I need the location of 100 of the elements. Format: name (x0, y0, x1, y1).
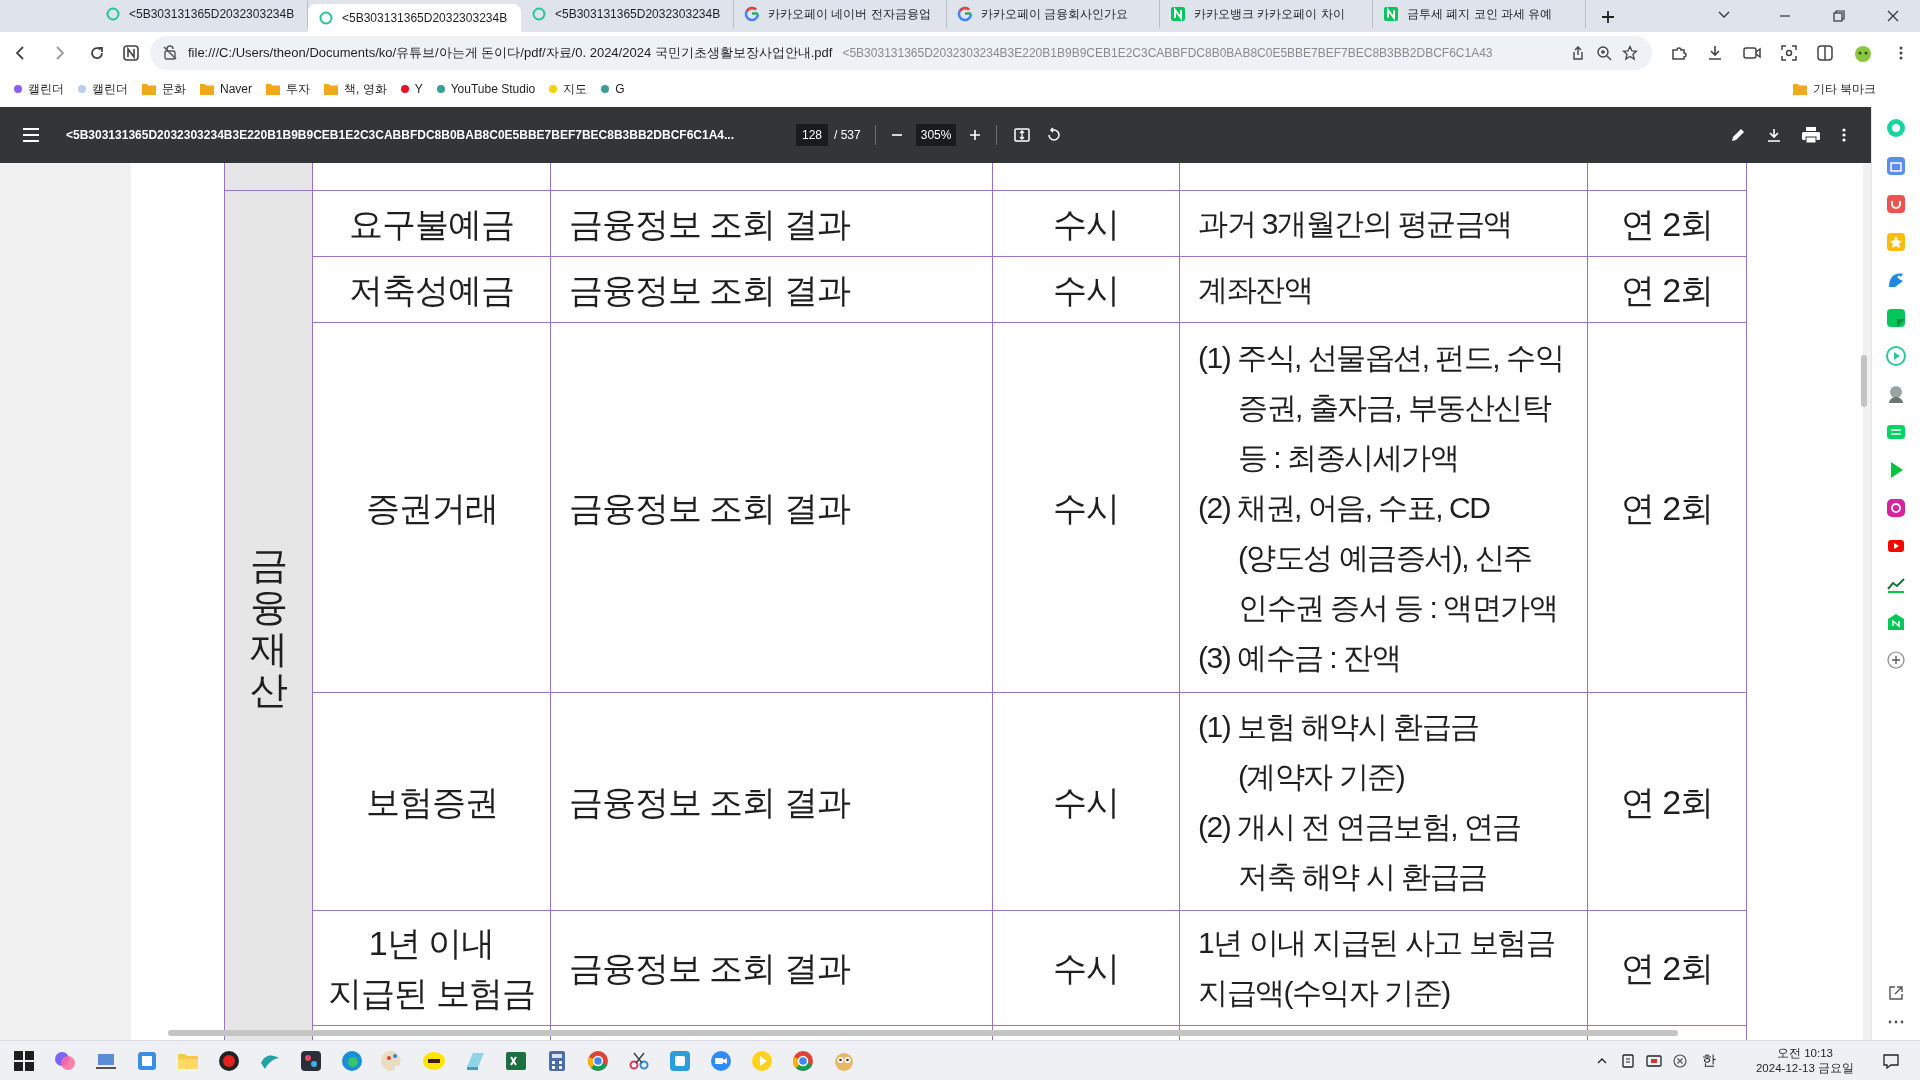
share-icon[interactable] (1570, 45, 1586, 61)
record-icon[interactable] (217, 1048, 241, 1073)
notification-icon[interactable] (1882, 1051, 1900, 1070)
criteria-text: (2) 채권, 어음, 수표, CD (양도성 예금증서), 신주 인수권 증서 등 : 액면가액 (1198, 489, 1559, 626)
timing-text: 수시 (1053, 487, 1119, 529)
input-method-indicator[interactable]: 한 (1701, 1050, 1716, 1071)
browser-tab[interactable]: 카카오뱅크 카카오페이 차이 (1160, 0, 1373, 28)
windows-icon[interactable] (12, 1048, 36, 1073)
timing-text: 수시 (1053, 781, 1119, 823)
criteria-text: (1) 주식, 선물옵션, 펀드, 수익 증권, 출자금, 부동산신탁 등 : 최종시세가액 (1198, 339, 1564, 476)
site-info-icon[interactable] (162, 45, 178, 61)
bookmark[interactable]: 지도 (549, 80, 588, 98)
bookmark[interactable]: 캘린더 (78, 80, 128, 98)
browser-tab[interactable]: <5B303131365D2032303234B (308, 4, 521, 32)
bookmark[interactable]: 캘린더 (14, 80, 64, 98)
item-name: 1년 이내 지급된 보험금 (328, 923, 535, 1014)
browser-tab[interactable]: 카카오페이 네이버 전자금융업 (734, 0, 947, 28)
item-name: 요구불예금 (349, 203, 514, 245)
folder-icon (1792, 83, 1807, 95)
puzzle-icon[interactable] (1670, 44, 1688, 62)
url-text: file:///C:/Users/theon/Documents/ko/유튜브/아는게 돈이다/pdf/자료/0. 2024/2024 국민기초생활보장사업안내.pdf (188, 44, 833, 63)
bookmark[interactable]: 투자 (266, 80, 310, 98)
page-total-text: / 537 (834, 127, 861, 144)
timing-text: 수시 (1053, 948, 1119, 989)
circle-browser-icon[interactable] (791, 1048, 815, 1073)
note-icon[interactable] (1885, 307, 1907, 329)
naver-icon (1383, 6, 1399, 22)
zoom-icon[interactable] (1596, 45, 1612, 61)
circle-icon (105, 6, 121, 22)
google-icon (744, 6, 760, 22)
item-name: 보험증권 (365, 781, 498, 823)
browser-icon[interactable] (340, 1048, 364, 1073)
item-name: 증권거래 (365, 487, 498, 529)
folder-icon (324, 83, 338, 95)
folder-icon (266, 83, 280, 95)
clock-time[interactable]: 오전 10:13 (1777, 1045, 1833, 1061)
reload-icon[interactable] (88, 44, 106, 62)
google-icon (957, 6, 973, 22)
zoom-level-field[interactable]: 305% (915, 124, 957, 146)
briefcase-icon[interactable] (1885, 155, 1907, 177)
external-link-icon[interactable] (1887, 984, 1905, 1002)
close-icon[interactable] (1885, 8, 1901, 24)
print-icon[interactable] (1801, 126, 1821, 144)
bookmark[interactable]: YouTube Studio (436, 80, 536, 98)
frequency-text: 연 2회 (1620, 487, 1714, 529)
new-tab-icon[interactable] (1600, 9, 1616, 25)
criteria-text: 1년 이내 지급된 사고 보험금 지급액(수익자 기준) (1198, 925, 1556, 1011)
browser-tab[interactable]: 카카오페이 금융회사인가요 (947, 0, 1160, 28)
criteria-text: (1) 보험 해약시 환급금 (계약자 기준) (1198, 708, 1480, 795)
download-icon[interactable] (1765, 126, 1783, 144)
tray-icon[interactable] (1645, 1052, 1662, 1069)
bookmark-folder[interactable]: 기타 북마크 (1792, 80, 1876, 98)
criteria-text: 과거 3개월간의 평균금액 (1198, 205, 1513, 242)
naver-icon (1170, 6, 1186, 22)
zoom-in-icon[interactable] (968, 128, 983, 142)
page-number-field[interactable]: 128 (796, 124, 829, 146)
criteria-text: (3) 예수금 : 잔액 (1198, 639, 1401, 676)
source-text: 금융정보 조회 결과 (569, 269, 850, 311)
criteria-text: (2) 개시 전 연금보험, 연금 저축 해약 시 환급금 (1198, 808, 1522, 895)
tray-icon[interactable] (1619, 1052, 1636, 1069)
source-text: 금융정보 조회 결과 (569, 487, 850, 529)
folder-icon (142, 83, 156, 95)
pen-icon[interactable] (1729, 126, 1747, 144)
bookmark[interactable]: 문화 (142, 80, 186, 98)
browser-tab[interactable]: <5B303131365D2032303234B (521, 0, 734, 28)
screenshot-icon[interactable] (1780, 44, 1798, 62)
bookmark[interactable]: G (601, 80, 625, 98)
restore-icon[interactable] (1831, 8, 1847, 24)
star-icon[interactable] (1622, 45, 1638, 61)
video-camera-icon[interactable] (1742, 44, 1762, 62)
fit-page-icon[interactable] (1013, 126, 1032, 144)
vertical-scroll-thumb[interactable] (1861, 355, 1867, 407)
item-name: 저축성예금 (349, 269, 514, 311)
document-title: <5B303131365D2032303234B3E220B1B9B9CEB1E2C3CABBFDC8B0BAB8C0E5BBE7BEF7BEC8B3BB2DBCF6C1A4... (66, 127, 735, 144)
bookmark[interactable]: Y (400, 80, 423, 98)
pocket-icon[interactable] (1885, 193, 1907, 215)
camera-icon[interactable] (1885, 497, 1907, 519)
split-view-icon[interactable] (1816, 44, 1834, 62)
clock-date[interactable]: 2024-12-13 금요일 (1755, 1060, 1854, 1076)
browser-tab[interactable]: 금투세 폐지 코인 과세 유예 (1373, 0, 1586, 28)
bookmark[interactable]: 책, 영화 (324, 80, 387, 98)
source-text: 금융정보 조회 결과 (569, 203, 850, 245)
close-circle-icon[interactable] (1671, 1052, 1688, 1069)
timing-text: 수시 (1053, 203, 1119, 245)
circle-icon (318, 10, 334, 26)
n-square-icon[interactable] (122, 44, 140, 62)
bookmark[interactable]: Naver (200, 80, 252, 98)
menu-icon[interactable] (22, 128, 40, 142)
add-icon[interactable] (1885, 649, 1907, 671)
more-icon[interactable] (1887, 1018, 1905, 1026)
criteria-text: 계좌잔액 (1198, 271, 1313, 308)
horizontal-scroll-thumb[interactable] (168, 1030, 1678, 1036)
frequency-text: 연 2회 (1620, 269, 1714, 311)
section-label: 금융재산 (249, 544, 288, 713)
download-icon[interactable] (1706, 44, 1724, 62)
dots-icon[interactable] (299, 1048, 323, 1073)
frequency-text: 연 2회 (1620, 203, 1714, 245)
address-bar[interactable]: file:///C:/Users/theon/Documents/ko/유튜브/아는게 돈이다/pdf/자료/0. 2024/2024 국민기초생활보장사업안내.pdf <5B303131365D2032303234B3E220B1B9B9CEB1E2C3CABBFDC8B0BAB8C0E5BBE7BEF7BEC8B3BB2DBCF6C1A43 (150, 36, 1652, 70)
source-text: 금융정보 조회 결과 (569, 948, 850, 989)
circle-browser-icon[interactable] (586, 1048, 610, 1073)
